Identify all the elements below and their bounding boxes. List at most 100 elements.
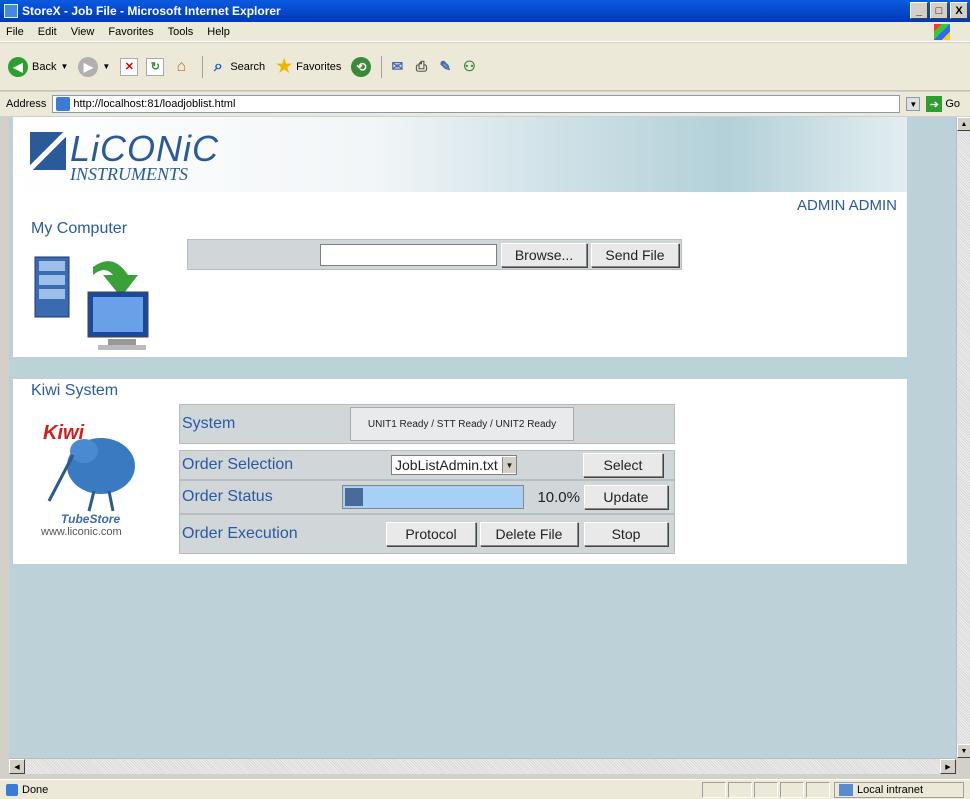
media-icon[interactable]: ⟲ bbox=[351, 56, 372, 77]
joblist-selected-value: JobListAdmin.txt bbox=[395, 457, 498, 473]
stop-icon[interactable]: ✕ bbox=[120, 57, 139, 76]
favorites-label: Favorites bbox=[296, 60, 342, 73]
menu-favorites[interactable]: Favorites bbox=[108, 26, 153, 38]
zone-label: Local intranet bbox=[857, 784, 924, 796]
search-icon: ⌕ bbox=[213, 57, 223, 75]
computer-upload-icon bbox=[34, 256, 149, 350]
order-status-label: Order Status bbox=[182, 488, 273, 505]
file-path-input[interactable] bbox=[320, 243, 497, 266]
order-status-row: Order Status 10.0% Update bbox=[179, 480, 675, 514]
system-label: System bbox=[182, 415, 236, 432]
forward-dropdown-icon[interactable]: ▼ bbox=[102, 62, 110, 71]
browse-button[interactable]: Browse... bbox=[501, 242, 587, 267]
menu-help[interactable]: Help bbox=[207, 26, 230, 38]
go-button[interactable]: ➔ Go bbox=[926, 96, 960, 112]
toolbar-separator bbox=[381, 55, 383, 78]
protocol-button[interactable]: Protocol bbox=[386, 522, 476, 546]
kiwi-system-title: Kiwi System bbox=[31, 382, 119, 399]
toolbar-separator bbox=[202, 55, 204, 78]
back-button[interactable]: ◀ Back ▼ bbox=[8, 56, 68, 77]
refresh-icon[interactable]: ↻ bbox=[146, 57, 165, 76]
status-cell bbox=[754, 782, 778, 798]
joblist-select[interactable]: JobListAdmin.txt ▼ bbox=[391, 455, 517, 475]
forward-arrow-icon: ▶ bbox=[78, 56, 99, 77]
forward-button[interactable]: ▶ ▼ bbox=[78, 56, 110, 77]
status-bar: Done Local intranet bbox=[0, 779, 970, 799]
chevron-down-icon: ▼ bbox=[502, 457, 516, 473]
scroll-right-icon[interactable]: ▶ bbox=[940, 759, 956, 774]
status-cell bbox=[780, 782, 804, 798]
user-name: ADMIN ADMIN bbox=[796, 197, 897, 214]
horizontal-scrollbar[interactable]: ◀ ▶ bbox=[9, 758, 956, 774]
scroll-up-icon[interactable]: ▲ bbox=[957, 117, 970, 131]
send-file-button[interactable]: Send File bbox=[591, 242, 679, 267]
order-progress-fill bbox=[345, 488, 363, 506]
header-banner: LiCONiC INSTRUMENTS bbox=[13, 117, 907, 192]
vertical-scrollbar[interactable]: ▲ ▼ bbox=[956, 117, 970, 758]
address-bar: Address http://localhost:81/loadjoblist.… bbox=[0, 92, 970, 116]
kiwi-bird-logo: Kiwi TubeStore bbox=[43, 422, 135, 526]
security-zone: Local intranet bbox=[834, 782, 964, 798]
kiwi-url: www.liconic.com bbox=[41, 526, 122, 538]
toolbar: ◀ Back ▼ ▶ ▼ ✕ ↻ ⌂ ⌕ Search ★ Favorites … bbox=[0, 43, 970, 91]
window-title: StoreX - Job File - Microsoft Internet E… bbox=[22, 4, 281, 18]
kiwi-logo-text: Kiwi bbox=[43, 422, 85, 444]
stop-button[interactable]: Stop bbox=[584, 522, 668, 546]
intranet-icon bbox=[839, 784, 853, 796]
search-button[interactable]: ⌕ Search bbox=[209, 58, 265, 76]
back-dropdown-icon[interactable]: ▼ bbox=[60, 62, 68, 71]
select-button[interactable]: Select bbox=[583, 453, 663, 477]
page-viewport: LiCONiC INSTRUMENTS ADMIN ADMIN My Compu… bbox=[9, 117, 956, 758]
menu-tools[interactable]: Tools bbox=[168, 26, 194, 38]
order-execution-label: Order Execution bbox=[182, 525, 298, 542]
scroll-left-icon[interactable]: ◀ bbox=[9, 759, 25, 774]
order-selection-label: Order Selection bbox=[182, 456, 294, 473]
favorites-button[interactable]: ★ Favorites bbox=[275, 56, 342, 76]
home-icon[interactable]: ⌂ bbox=[172, 58, 190, 76]
menu-file[interactable]: File bbox=[6, 26, 24, 38]
menu-view[interactable]: View bbox=[71, 26, 95, 38]
search-label: Search bbox=[230, 60, 266, 73]
my-computer-panel: ADMIN ADMIN My Computer Browse... Send F… bbox=[13, 192, 907, 357]
title-bar: StoreX - Job File - Microsoft Internet E… bbox=[0, 0, 970, 22]
address-url: http://localhost:81/loadjoblist.html bbox=[73, 98, 236, 110]
order-progress-percent: 10.0% bbox=[537, 488, 580, 506]
messenger-icon[interactable]: ⚇ bbox=[460, 58, 478, 76]
scroll-down-icon[interactable]: ▼ bbox=[957, 744, 970, 758]
back-label: Back bbox=[32, 60, 57, 73]
mail-icon[interactable]: ✉ bbox=[388, 58, 406, 76]
edit-icon[interactable]: ✎ bbox=[436, 58, 454, 76]
minimize-button[interactable]: _ bbox=[910, 2, 928, 19]
system-status: UNIT1 Ready / STT Ready / UNIT2 Ready bbox=[350, 407, 574, 441]
status-text: Done bbox=[22, 783, 49, 796]
tubestore-logo-text: TubeStore bbox=[61, 512, 120, 526]
page-icon bbox=[56, 97, 71, 111]
maximize-button[interactable]: □ bbox=[930, 2, 948, 19]
address-label: Address bbox=[6, 98, 47, 110]
go-label: Go bbox=[945, 98, 961, 110]
menu-bar: File Edit View Favorites Tools Help bbox=[0, 22, 970, 42]
liconic-mark-icon bbox=[30, 132, 66, 170]
windows-logo-icon bbox=[934, 24, 950, 40]
liconic-logo: LiCONiC INSTRUMENTS bbox=[30, 128, 220, 183]
status-cells bbox=[702, 782, 830, 798]
delete-file-button[interactable]: Delete File bbox=[480, 522, 578, 546]
status-cell bbox=[702, 782, 726, 798]
update-button[interactable]: Update bbox=[584, 485, 668, 509]
back-arrow-icon: ◀ bbox=[8, 56, 28, 77]
favorites-star-icon: ★ bbox=[276, 56, 293, 76]
address-input[interactable]: http://localhost:81/loadjoblist.html bbox=[52, 95, 901, 113]
go-arrow-icon: ➔ bbox=[926, 96, 943, 112]
address-dropdown-icon[interactable]: ▼ bbox=[906, 97, 921, 111]
order-control-grid: System UNIT1 Ready / STT Ready / UNIT2 R… bbox=[179, 404, 675, 554]
logo-main-text: LiCONiC bbox=[70, 128, 220, 169]
status-cell bbox=[806, 782, 830, 798]
upload-row: Browse... Send File bbox=[187, 239, 682, 270]
kiwi-system-panel: Kiwi System Kiwi TubeStore www.liconic.c… bbox=[13, 379, 907, 564]
print-icon[interactable]: ⎙ bbox=[412, 58, 430, 76]
status-cell bbox=[728, 782, 752, 798]
menu-edit[interactable]: Edit bbox=[38, 26, 57, 38]
page-done-icon bbox=[6, 783, 18, 796]
order-progress-bar bbox=[342, 485, 524, 509]
close-button[interactable]: X bbox=[950, 2, 968, 19]
